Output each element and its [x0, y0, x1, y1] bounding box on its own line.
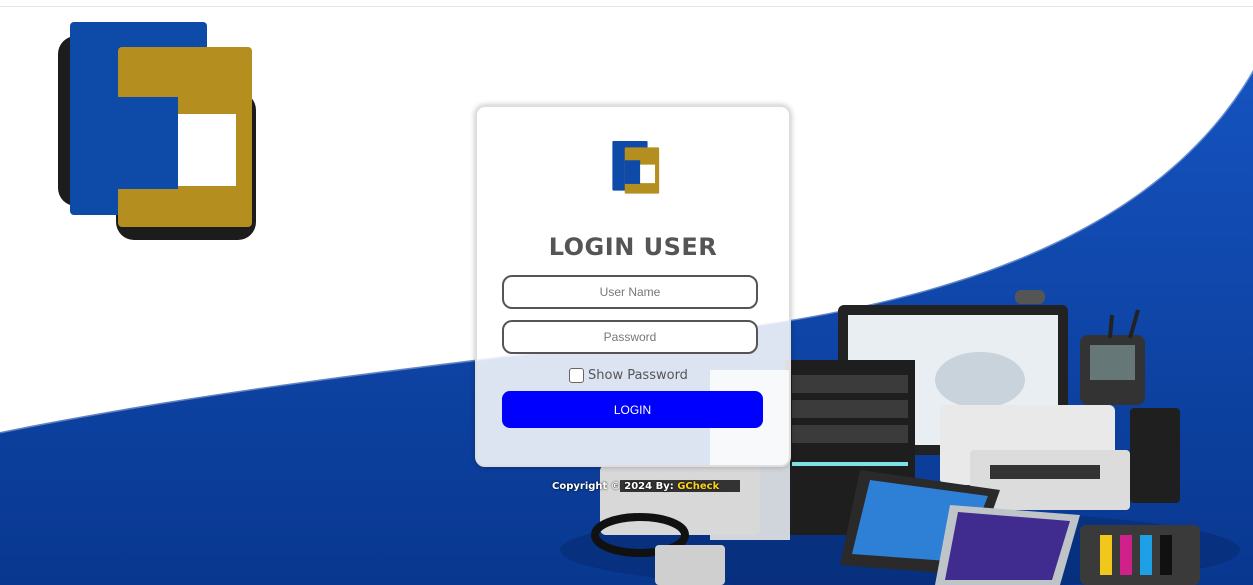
- copyright-text: Copyright © 2024 By: GCheck: [552, 481, 719, 492]
- brand-logo: [58, 22, 256, 240]
- password-input[interactable]: [502, 320, 758, 354]
- copyright-brand: GCheck: [677, 481, 720, 492]
- username-input[interactable]: [502, 275, 758, 309]
- show-password-toggle[interactable]: Show Password: [569, 368, 688, 383]
- login-title: LOGIN USER: [548, 233, 718, 261]
- show-password-label: Show Password: [588, 368, 688, 383]
- login-card: LOGIN USER Show Password LOGIN: [475, 105, 791, 467]
- login-button[interactable]: LOGIN: [502, 391, 763, 428]
- gc-logo-icon: [612, 141, 660, 194]
- show-password-checkbox[interactable]: [569, 368, 584, 383]
- copyright-prefix: Copyright © 2024 By:: [552, 481, 678, 492]
